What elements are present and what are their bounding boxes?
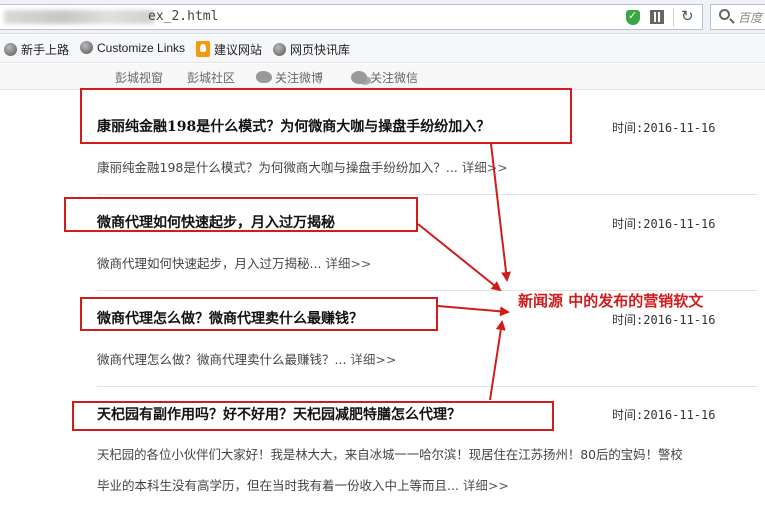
- search-placeholder: 百度: [738, 11, 763, 25]
- annotation-label: 新闻源 中的发布的营销软文: [518, 292, 704, 310]
- article-time: 时间:2016-11-16: [612, 217, 716, 231]
- more-link[interactable]: 详细>>: [325, 256, 371, 271]
- excerpt-text: 毕业的本科生没有高学历，但在当时我有着一份收入中上等而且...: [97, 478, 459, 493]
- weibo-icon: [256, 71, 272, 83]
- bookmark-suggested-sites[interactable]: 建议网站: [196, 41, 262, 58]
- annotation-box: [80, 88, 572, 144]
- divider: [97, 386, 757, 387]
- article-time: 时间:2016-11-16: [612, 313, 716, 327]
- globe-icon: [80, 41, 93, 54]
- divider: [673, 8, 674, 26]
- annotation-box: [72, 401, 554, 431]
- more-link[interactable]: 详细>>: [463, 478, 509, 493]
- article-excerpt: 微商代理如何快速起步，月入过万揭秘... 详细>>: [97, 253, 371, 272]
- bookmark-label: 建议网站: [214, 43, 263, 57]
- bookmarks-bar: 新手上路 Customize Links 建议网站 网页快讯库: [0, 35, 765, 63]
- more-link[interactable]: 详细>>: [350, 352, 396, 367]
- search-icon: [719, 9, 730, 20]
- arrow-line: [417, 223, 502, 292]
- url-field[interactable]: ex_2.html ↻: [0, 4, 703, 30]
- nav-link-pengcheng-window[interactable]: 彭城视窗: [115, 69, 163, 86]
- nav-label: 关注微信: [370, 71, 419, 85]
- article-excerpt: 天杞园的各位小伙伴们大家好！我是林大大，来自冰城一一哈尔滨！现居住在江苏扬州！8…: [97, 447, 683, 462]
- annotation-box: [80, 297, 438, 331]
- excerpt-text: 微商代理怎么做？微商代理卖什么最赚钱？...: [97, 352, 347, 367]
- site-nav: 彭城视窗 彭城社区 关注微博 关注微信: [0, 64, 765, 90]
- wechat-icon: [351, 71, 367, 84]
- search-input[interactable]: 百度: [710, 4, 765, 30]
- article-excerpt: 康丽纯金融198是什么模式？为何微商大咖与操盘手纷纷加入？... 详细>>: [97, 157, 508, 176]
- nav-link-follow-wechat[interactable]: 关注微信: [351, 69, 418, 86]
- arrow-line: [489, 320, 506, 401]
- qr-code-icon[interactable]: [650, 10, 664, 24]
- excerpt-text: 康丽纯金融198是什么模式？为何微商大咖与操盘手纷纷加入？...: [97, 160, 458, 175]
- annotation-box: [64, 197, 418, 232]
- article-excerpt: 微商代理怎么做？微商代理卖什么最赚钱？... 详细>>: [97, 349, 396, 368]
- excerpt-text: 微商代理如何快速起步，月入过万揭秘...: [97, 256, 322, 271]
- bookmark-web-slice[interactable]: 网页快讯库: [273, 41, 350, 58]
- nav-link-follow-weibo[interactable]: 关注微博: [256, 69, 323, 86]
- more-link[interactable]: 详细>>: [462, 160, 508, 175]
- bookmark-label: Customize Links: [97, 41, 186, 55]
- security-shield-icon[interactable]: [626, 9, 640, 25]
- address-bar: ex_2.html ↻ 百度: [0, 0, 765, 34]
- article-excerpt-line2: 毕业的本科生没有高学历，但在当时我有着一份收入中上等而且... 详细>>: [97, 475, 509, 494]
- article-time: 时间:2016-11-16: [612, 121, 716, 135]
- article-time: 时间:2016-11-16: [612, 408, 716, 422]
- nav-label: 关注微博: [275, 71, 324, 85]
- url-text: ex_2.html: [148, 9, 219, 24]
- blurred-url-segment: [4, 10, 154, 24]
- bookmark-label: 新手上路: [21, 43, 70, 57]
- globe-icon: [273, 43, 286, 56]
- reload-icon[interactable]: ↻: [681, 7, 694, 25]
- bookmark-customize-links[interactable]: Customize Links: [80, 41, 185, 55]
- globe-icon: [4, 43, 17, 56]
- bulb-icon: [196, 41, 210, 57]
- bookmark-newbie[interactable]: 新手上路: [4, 41, 69, 58]
- nav-link-pengcheng-community[interactable]: 彭城社区: [187, 69, 235, 86]
- bookmark-label: 网页快讯库: [290, 43, 351, 57]
- divider: [97, 194, 757, 195]
- arrow-line: [437, 305, 510, 317]
